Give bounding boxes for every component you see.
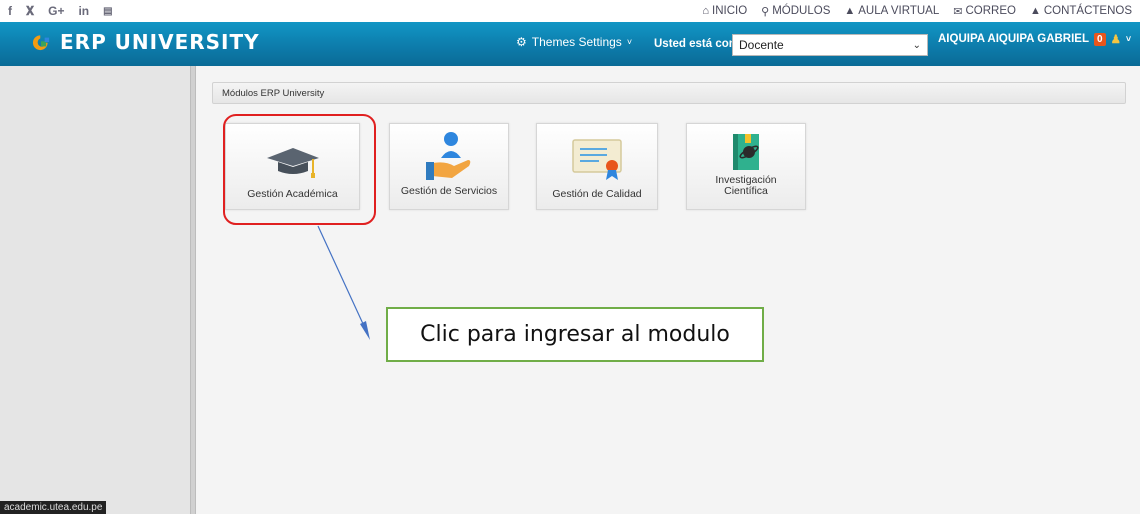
home-icon: ⌂: [702, 5, 710, 17]
service-hand-icon: [426, 132, 471, 180]
module-gestion-calidad[interactable]: Gestión de Calidad: [536, 123, 658, 210]
brand-name: ERP UNIVERSITY: [60, 30, 260, 54]
nav-modulos[interactable]: ⚲ MÓDULOS: [761, 5, 830, 18]
google-plus-icon[interactable]: G+: [48, 4, 64, 18]
role-select[interactable]: Docente ⌄: [732, 34, 928, 56]
sidebar: [0, 66, 190, 514]
notification-badge: 0: [1094, 32, 1106, 46]
logo-icon: [32, 35, 50, 51]
social-links: f 𝚾 G+ in ▤: [8, 4, 113, 19]
linkedin-icon[interactable]: in: [78, 4, 89, 18]
module-gestion-servicios[interactable]: Gestión de Servicios: [389, 123, 509, 210]
nav-inicio[interactable]: ⌂ INICIO: [702, 5, 747, 17]
module-investigacion-cientifica[interactable]: Investigación Científica: [686, 123, 806, 210]
facebook-icon[interactable]: f: [8, 4, 12, 18]
chevron-down-icon: ˅: [1125, 34, 1132, 44]
youtube-icon[interactable]: ▤: [103, 6, 112, 17]
highlight-annotation: [223, 114, 376, 225]
mail-icon: ✉: [953, 5, 963, 18]
top-nav: ⌂ INICIO ⚲ MÓDULOS ▲ AULA VIRTUAL ✉ CORR…: [702, 5, 1132, 18]
gear-icon: ⚙: [516, 35, 527, 49]
user-icon: ♟: [1110, 34, 1121, 46]
brand-logo[interactable]: ERP UNIVERSITY: [30, 30, 260, 54]
bell-icon: ▲: [1029, 5, 1041, 17]
graduation-cap-icon: ▲: [844, 5, 856, 17]
themes-settings-dropdown[interactable]: ⚙ Themes Settings ˅: [516, 35, 632, 49]
top-bar: f 𝚾 G+ in ▤ ⌂ INICIO ⚲ MÓDULOS ▲ AULA VI…: [0, 0, 1140, 22]
chevron-down-icon: ˅: [626, 37, 633, 47]
science-book-icon: [733, 134, 759, 170]
nav-contactenos[interactable]: ▲ CONTÁCTENOS: [1030, 5, 1132, 17]
breadcrumb: Módulos ERP University: [212, 82, 1126, 104]
modules-icon: ⚲: [761, 5, 770, 18]
header-bar: ERP UNIVERSITY ⚙ Themes Settings ˅ Usted…: [0, 22, 1140, 66]
nav-correo[interactable]: ✉ CORREO: [953, 5, 1016, 18]
nav-aula-virtual[interactable]: ▲ AULA VIRTUAL: [844, 5, 939, 17]
chevron-down-icon: ⌄: [912, 39, 921, 51]
callout-annotation: Clic para ingresar al modulo: [386, 307, 764, 362]
twitter-icon[interactable]: 𝚾: [26, 4, 34, 19]
user-menu[interactable]: AIQUIPA AIQUIPA GABRIEL 0 ♟ ˅: [938, 32, 1131, 46]
certificate-icon: [572, 139, 622, 180]
status-url-tooltip: academic.utea.edu.pe: [0, 501, 107, 514]
